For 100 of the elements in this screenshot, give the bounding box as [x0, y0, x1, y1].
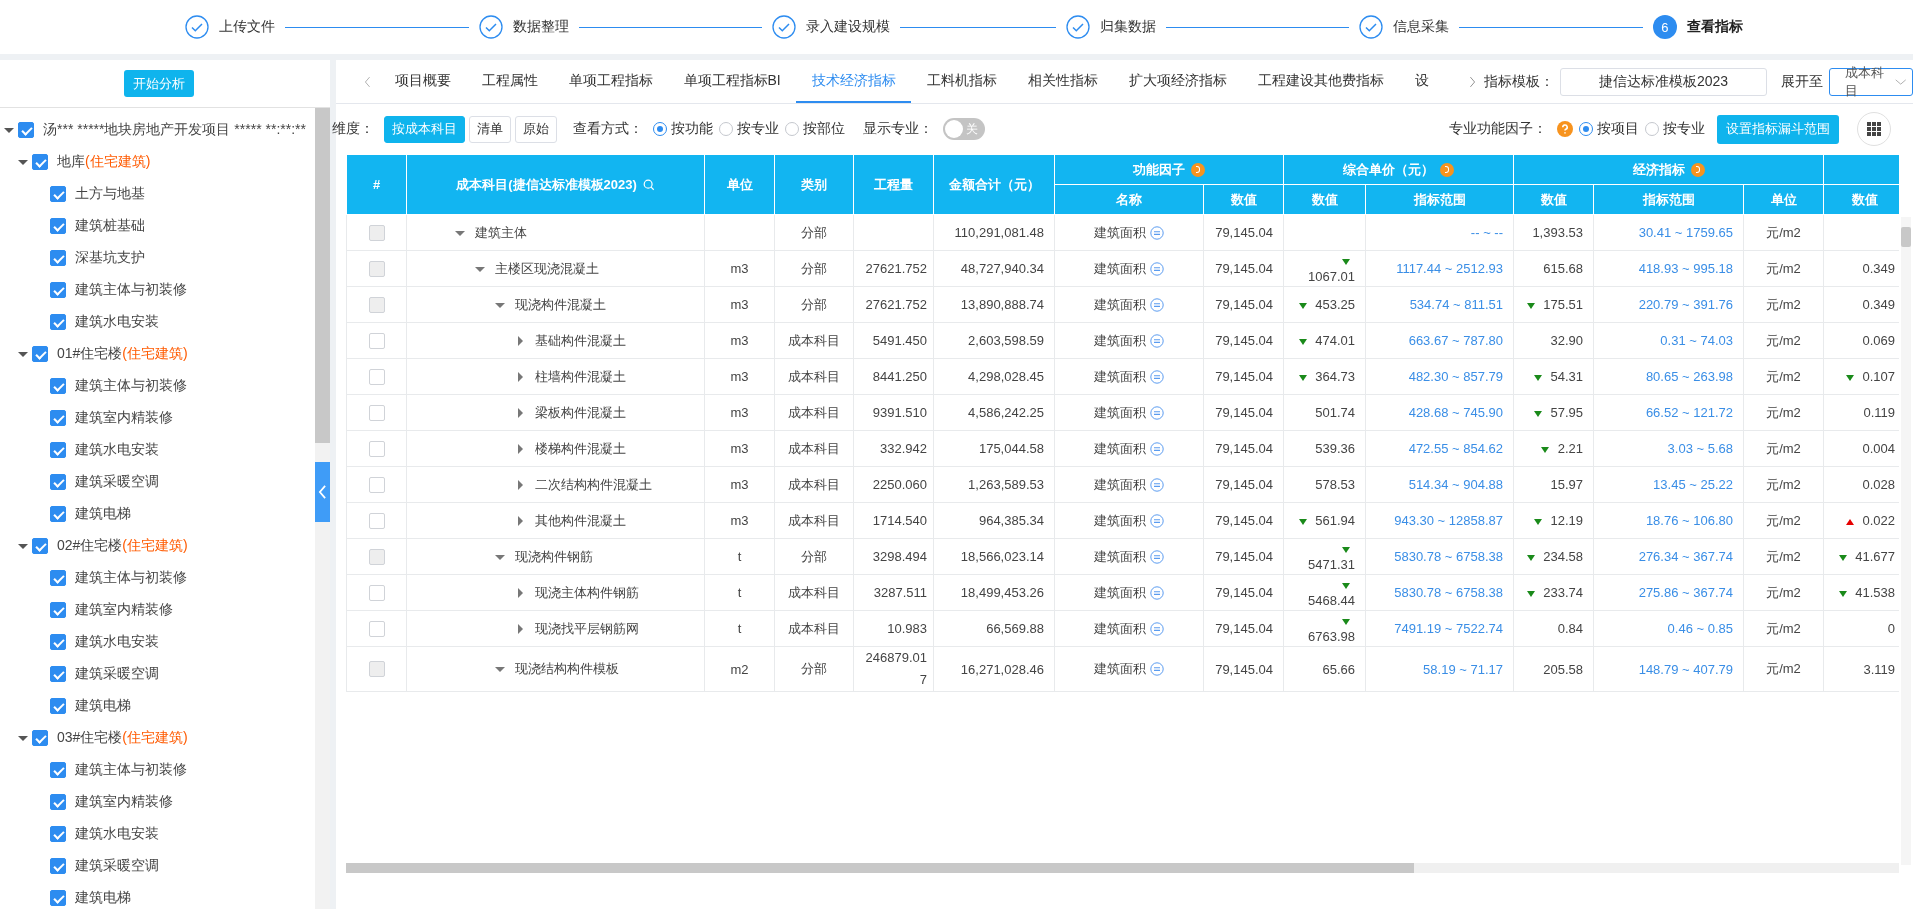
caret-icon[interactable]: [515, 479, 525, 490]
range-link[interactable]: 58.19 ~ 71.17: [1423, 661, 1503, 677]
checkbox[interactable]: [50, 858, 66, 874]
template-field[interactable]: 捷信达标准模板2023: [1560, 67, 1767, 96]
checkbox[interactable]: [50, 378, 66, 394]
tree-label[interactable]: 建筑桩基础: [75, 217, 145, 235]
tree-label[interactable]: 建筑主体与初装修: [75, 569, 187, 587]
tree-label[interactable]: 深基坑支护: [75, 249, 145, 267]
expand-to-select[interactable]: 成本科目: [1829, 67, 1913, 96]
checkbox[interactable]: [50, 666, 66, 682]
checkbox[interactable]: [50, 570, 66, 586]
tree-label[interactable]: 建筑主体与初装修: [75, 281, 187, 299]
tab[interactable]: 项目概要: [379, 60, 466, 103]
tab[interactable]: 工程属性: [466, 60, 553, 103]
tree-label[interactable]: 汤*** *****地块房地产开发项目 ***** **:**:**: [43, 121, 306, 139]
checkbox[interactable]: [32, 154, 48, 170]
tree-label[interactable]: 建筑主体与初装修: [75, 377, 187, 395]
tree-label[interactable]: 建筑水电安装: [75, 441, 159, 459]
tree-label[interactable]: 建筑采暖空调: [75, 665, 159, 683]
dimension-button[interactable]: 原始: [515, 115, 557, 143]
tree-label[interactable]: 建筑采暖空调: [75, 473, 159, 491]
tab[interactable]: 工料机指标: [911, 60, 1013, 103]
tree-label[interactable]: 建筑电梯: [75, 889, 131, 907]
range-link[interactable]: 0.31 ~ 74.03: [1660, 333, 1733, 348]
step-label[interactable]: 查看指标: [1686, 18, 1743, 36]
equals-circle-icon[interactable]: [1150, 662, 1164, 676]
tree-label[interactable]: 建筑室内精装修: [75, 793, 173, 811]
equals-circle-icon[interactable]: [1150, 369, 1164, 384]
checkbox[interactable]: [50, 602, 66, 618]
scrollbar[interactable]: [346, 863, 1899, 873]
tab[interactable]: 技术经济指标: [796, 60, 912, 103]
radio-label[interactable]: 按项目: [1597, 120, 1639, 138]
checkbox[interactable]: [50, 826, 66, 842]
checkbox[interactable]: [50, 698, 66, 714]
caret-icon[interactable]: [515, 407, 525, 418]
tree-label[interactable]: 地库: [57, 153, 85, 171]
checkbox[interactable]: [50, 474, 66, 490]
checkbox[interactable]: [50, 634, 66, 650]
checkbox[interactable]: [50, 250, 66, 266]
tree-label[interactable]: 建筑采暖空调: [75, 857, 159, 875]
equals-circle-icon[interactable]: [1150, 297, 1164, 312]
tree-label[interactable]: 建筑电梯: [75, 697, 131, 715]
tree-label[interactable]: 01#住宅楼: [57, 345, 123, 363]
equals-circle-icon[interactable]: [1150, 585, 1164, 600]
chevron-left-icon[interactable]: [364, 75, 371, 88]
tree-label[interactable]: 建筑主体与初装修: [75, 761, 187, 779]
equals-circle-icon[interactable]: [1150, 621, 1164, 636]
equals-circle-icon[interactable]: [1150, 261, 1164, 276]
caret-icon[interactable]: [515, 443, 525, 454]
tree-label[interactable]: 建筑水电安装: [75, 633, 159, 651]
step-label[interactable]: 录入建设规模: [806, 18, 891, 36]
checkbox[interactable]: [50, 506, 66, 522]
checkbox[interactable]: [32, 730, 48, 746]
step-label[interactable]: 上传文件: [219, 18, 275, 36]
checkbox[interactable]: [32, 346, 48, 362]
checkbox[interactable]: [18, 122, 34, 138]
checkbox[interactable]: [50, 442, 66, 458]
caret-icon[interactable]: [515, 335, 525, 346]
caret-icon[interactable]: [515, 371, 525, 382]
radio-label[interactable]: 按专业: [1663, 120, 1705, 138]
step-label[interactable]: 信息采集: [1393, 18, 1450, 36]
checkbox[interactable]: [50, 218, 66, 234]
radio-label[interactable]: 按部位: [803, 120, 845, 138]
equals-circle-icon[interactable]: [1150, 225, 1164, 240]
equals-circle-icon[interactable]: [1150, 549, 1164, 564]
tab[interactable]: 单项工程指标BI: [668, 60, 797, 103]
search-icon[interactable]: [642, 178, 655, 191]
tree-label[interactable]: 土方与地基: [75, 185, 145, 203]
tab[interactable]: 扩大项经济指标: [1113, 60, 1243, 103]
scrollbar[interactable]: [315, 108, 330, 909]
tab[interactable]: 单项工程指标: [553, 60, 668, 103]
step-label[interactable]: 归集数据: [1099, 18, 1156, 36]
tree-label[interactable]: 建筑室内精装修: [75, 601, 173, 619]
tree-label[interactable]: 02#住宅楼: [57, 537, 123, 555]
tab[interactable]: 设: [1399, 60, 1445, 103]
radio-label[interactable]: 按专业: [737, 120, 779, 138]
range-link[interactable]: -- ~ --: [1470, 225, 1503, 240]
equals-circle-icon[interactable]: [1150, 333, 1164, 348]
collapse-handle[interactable]: [315, 462, 330, 522]
caret-icon[interactable]: [515, 515, 525, 526]
checkbox[interactable]: [50, 314, 66, 330]
tab[interactable]: 相关性指标: [1012, 60, 1114, 103]
equals-circle-icon[interactable]: [1150, 513, 1164, 528]
equals-circle-icon[interactable]: [1150, 405, 1164, 420]
equals-circle-icon[interactable]: [1150, 477, 1164, 492]
checkbox[interactable]: [32, 538, 48, 554]
range-link[interactable]: 0.46 ~ 0.85: [1667, 621, 1733, 636]
dimension-button[interactable]: 清单: [469, 115, 511, 143]
step-label[interactable]: 数据整理: [512, 18, 569, 36]
checkbox[interactable]: [50, 794, 66, 810]
tree-label[interactable]: 建筑室内精装修: [75, 409, 173, 427]
checkbox[interactable]: [50, 762, 66, 778]
caret-icon[interactable]: [515, 587, 525, 598]
range-link[interactable]: 3.03 ~ 5.68: [1667, 441, 1733, 456]
tab[interactable]: 工程建设其他费指标: [1242, 60, 1400, 103]
tree-label[interactable]: 建筑水电安装: [75, 313, 159, 331]
caret-icon[interactable]: [515, 623, 525, 634]
tree-label[interactable]: 建筑水电安装: [75, 825, 159, 843]
tree-label[interactable]: 建筑电梯: [75, 505, 131, 523]
scrollbar[interactable]: [1901, 217, 1911, 865]
